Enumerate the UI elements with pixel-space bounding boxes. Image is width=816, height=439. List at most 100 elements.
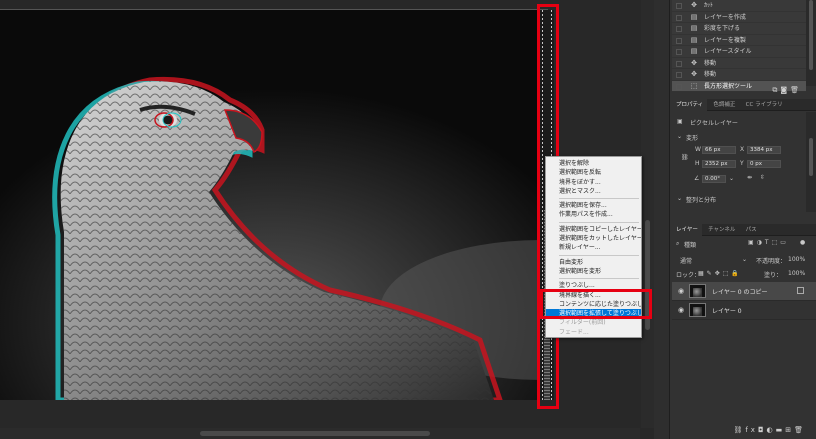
menu-item[interactable]: 選択範囲をカットしたレイヤー [546,234,641,243]
menu-item[interactable]: 自由変形 [546,258,641,267]
layers-tabbar: レイヤー チャンネル パス [672,224,816,236]
eye-icon[interactable]: ◉ [678,287,684,295]
folder-icon[interactable]: ▬ [776,426,786,434]
link-icon[interactable]: ⛓ [681,154,689,161]
height-field[interactable]: 2352 px [702,160,736,168]
properties-panel: ▣ ピクセルレイヤー ⌄ 変形 W 66 px X 3384 px ⛓ H 23… [672,112,806,212]
menu-separator [559,221,639,223]
flip-horizontal-icon[interactable]: ⇹ [747,174,752,181]
layer-icon: ▤ [690,47,698,55]
lock-icons[interactable]: ▦✎✥⬚🔒 [698,270,742,277]
layer-thumbnail [689,284,706,298]
menu-item[interactable]: 選択範囲をコピーしたレイヤー [546,225,641,234]
eye-icon[interactable]: ◉ [678,306,684,314]
pixel-layer-icon: ▣ [677,118,683,125]
angle-field[interactable]: 0.00° [702,175,726,183]
horizontal-scroll-thumb[interactable] [200,431,430,436]
history-item[interactable]: ▤ レイヤーを作成 [672,12,806,23]
w-label: W [695,146,701,153]
tab-properties[interactable]: プロパティ [672,99,708,111]
history-snapshot-checkbox[interactable] [676,14,682,21]
menu-separator [559,254,639,256]
menu-item[interactable]: 選択とマスク... [546,187,641,196]
angle-icon: ∠ [694,175,700,182]
properties-scroll-thumb[interactable] [809,138,813,176]
chevron-down-icon[interactable]: ⌄ [677,133,682,140]
angle-dropdown-icon[interactable]: ⌄ [729,175,734,182]
history-item[interactable]: ▤ レイヤーを複製 [672,35,806,46]
document-canvas[interactable] [0,10,548,400]
history-panel: ✥ ｶｯﾄ ▤ レイヤーを作成 ▤ 彩度を下げる ▤ レイヤーを複製 ▤ レイヤースタイル ✥ 移動 ✥… [672,0,806,92]
photoshop-window: 選択を解除 選択範囲を反転 境界をぼかす... 選択とマスク... 選択範囲を保存...… [0,0,816,439]
menu-item[interactable]: 選択範囲を反転 [546,168,641,177]
history-item[interactable]: ▤ レイヤースタイル [672,46,806,58]
opacity-value[interactable]: 100% [788,256,805,263]
layer-icon: ▤ [690,35,698,44]
history-snapshot-checkbox[interactable] [676,60,682,67]
filter-icons[interactable]: ▣◑T⬚▭ [748,239,789,246]
fx-icon[interactable]: fx [745,426,758,434]
new-layer-icon[interactable]: ⊞ [785,426,794,434]
menu-item[interactable]: 新規レイヤー... [546,243,641,252]
mask-icon[interactable]: ◘ [758,426,767,434]
menu-item[interactable]: 選択範囲を変形 [546,267,641,276]
history-item[interactable]: ▤ 彩度を下げる [672,23,806,35]
x-field[interactable]: 3384 px [747,146,781,154]
filter-toggle-icon[interactable]: ● [800,239,805,246]
chevron-down-icon-align[interactable]: ⌄ [677,195,682,202]
blend-mode-dropdown-icon[interactable]: ⌄ [742,256,747,263]
history-scroll-thumb[interactable] [809,0,813,70]
history-snapshot-checkbox[interactable] [676,49,682,55]
width-field[interactable]: 66 px [702,146,736,154]
history-scrollbar[interactable] [806,0,816,86]
align-distribute-title: 整列と分布 [686,197,717,204]
fill-label: 塗り： [764,272,783,279]
layer-name[interactable]: レイヤー 0 のコピー [712,287,767,296]
layer-row[interactable]: ◉ レイヤー 0 のコピー [672,282,816,301]
trash-icon[interactable]: 🗑 [794,426,806,434]
vertical-scrollbar[interactable] [641,0,654,428]
history-snapshot-checkbox[interactable] [676,37,682,44]
blend-mode-select[interactable]: 通常 [680,256,692,265]
menu-item[interactable]: 作業用パスを作成... [546,210,641,219]
history-item[interactable]: ✥ ｶｯﾄ [672,0,806,12]
history-snapshot-checkbox[interactable] [676,72,682,78]
camera-icon[interactable]: ◙ [780,86,790,94]
menu-separator [559,278,639,280]
fill-value[interactable]: 100% [788,270,805,277]
tab-cc-libraries[interactable]: CC ライブラリ [742,99,787,111]
x-label: X [740,146,745,153]
history-footer: ⧉◙🗑 [672,86,816,98]
move-icon: ✥ [691,70,697,78]
transform-title: 変形 [686,135,699,142]
history-snapshot-checkbox[interactable] [676,3,682,9]
tab-paths[interactable]: パス [742,224,761,236]
annotation-highlight-menu-item [540,289,652,319]
history-item-label: 移動 [704,59,717,67]
y-field[interactable]: 0 px [747,160,781,168]
flip-vertical-icon[interactable]: ⇳ [760,174,765,181]
history-item[interactable]: ✥ 移動 [672,69,806,81]
horizontal-scrollbar[interactable] [0,428,640,439]
history-item-label: 彩度を下げる [704,25,741,32]
menu-item[interactable]: 選択範囲を保存... [546,201,641,210]
layer-row[interactable]: ◉ レイヤー 0 [672,301,816,320]
layer-icon: ▤ [690,24,698,32]
tab-adjustments[interactable]: 色調補正 [709,99,739,111]
history-item[interactable]: ✥ 移動 [672,58,806,69]
layer-name[interactable]: レイヤー 0 [712,306,742,315]
trash-icon[interactable]: 🗑 [790,86,802,94]
layer-filter-kind[interactable]: 種類 [684,240,696,249]
link-layers-icon[interactable]: ⛓ [733,426,745,434]
layers-panel: ⌕ 種類 ▣◑T⬚▭ ● 通常 ⌄ 不透明度： 100% ロック： ▦✎✥⬚🔒 … [672,237,816,439]
tab-layers[interactable]: レイヤー [672,224,702,236]
opacity-label: 不透明度： [756,258,787,265]
layer-icon: ▤ [690,12,698,21]
tab-channels[interactable]: チャンネル [704,224,739,236]
adjustment-icon[interactable]: ◐ [767,426,776,434]
menu-item[interactable]: 境界をぼかす... [546,178,641,187]
properties-scrollbar[interactable] [806,112,816,212]
history-snapshot-checkbox[interactable] [676,26,682,32]
menu-item[interactable]: 選択を解除 [546,159,641,168]
history-item-label: ｶｯﾄ [704,2,714,9]
